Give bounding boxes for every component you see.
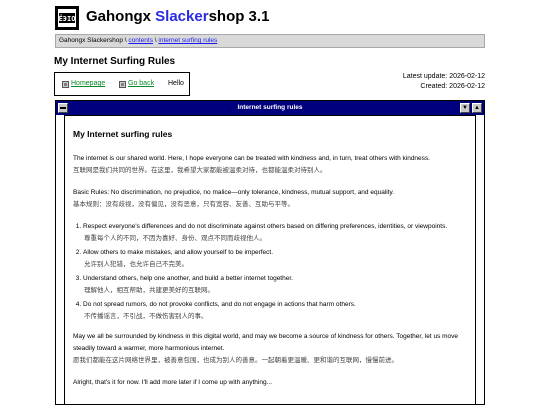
go-back-link[interactable]: Go back <box>128 73 154 95</box>
site-title-part1: Gahongx <box>86 8 156 25</box>
list-item: Understand others, help one another, and… <box>83 273 467 297</box>
breadcrumb: Gahongx Slackershop \ contents \ interne… <box>55 34 485 48</box>
page-icon <box>119 80 126 88</box>
list-item: Respect everyone's differences and do no… <box>83 221 467 245</box>
homepage-link[interactable]: Homepage <box>71 73 105 95</box>
signoff-text: Alright, that's it for now. I'll add mor… <box>73 379 273 386</box>
site-title: Gahongx Slackershop 3.1 <box>86 7 269 27</box>
rule-english: Allow others to make mistakes, and allow… <box>83 249 274 256</box>
rule-chinese: 不传播谣言，不引战，不做伤害别人的事。 <box>84 313 208 320</box>
site-title-accent: Slacker <box>155 8 209 25</box>
rule-chinese: 尊重每个人的不同，不因为喜好、身份、观点不同而歧视他人。 <box>84 235 266 242</box>
latest-update: Latest update: 2026-02-12 <box>402 73 485 80</box>
rule-chinese: 允许别人犯错，也允许自己不完美。 <box>84 261 188 268</box>
page-icon <box>62 80 69 88</box>
up-arrow-icon: ▲ <box>474 105 480 111</box>
update-info: Latest update: 2026-02-12 Created: 2026-… <box>403 72 485 92</box>
go-back-link-item[interactable]: Go back <box>119 73 154 95</box>
closing-chinese: 愿我们都能在这片网络世界里，被善意包围，也成为别人的善意。一起朝着更温暖、更和谐… <box>73 357 398 364</box>
logo-icon: ЁЭIO <box>56 7 78 29</box>
hello-label: Hello <box>168 80 184 87</box>
created-date: Created: 2026-02-12 <box>420 83 485 90</box>
window-content: My Internet surfing rules The internet i… <box>64 115 476 404</box>
rule-chinese: 理解他人，相互帮助，共建更美好的互联网。 <box>84 287 214 294</box>
basic-rules-chinese: 基本规则：没有歧视，没有偏见，没有恶意，只有宽容、友善、互助与平等。 <box>73 201 294 208</box>
rule-english: Do not spread rumors, do not provoke con… <box>83 301 356 308</box>
logo-text: ЁЭIO <box>59 14 76 23</box>
homepage-link-item[interactable]: Homepage <box>62 73 105 95</box>
rules-list: Respect everyone's differences and do no… <box>73 221 467 323</box>
window-minimize-button[interactable]: ▼ <box>460 103 470 113</box>
rule-english: Understand others, help one another, and… <box>83 275 293 282</box>
list-item: Do not spread rumors, do not provoke con… <box>83 299 467 323</box>
rule-english: Respect everyone's differences and do no… <box>83 223 448 230</box>
page-title: My Internet Surfing Rules <box>54 56 176 67</box>
breadcrumb-contents-link[interactable]: contents <box>128 37 153 44</box>
nav-link-box: Homepage Go back Hello <box>54 72 190 96</box>
window-title: Internet surfing rules <box>237 104 303 111</box>
hello-text: Hello <box>168 73 184 95</box>
window-titlebar[interactable]: Internet surfing rules ▼ ▲ <box>56 101 484 115</box>
site-title-part2: shop 3.1 <box>208 8 270 25</box>
window-maximize-button[interactable]: ▲ <box>472 103 482 113</box>
closing-english: May we all be surrounded by kindness in … <box>73 333 459 352</box>
breadcrumb-root: Gahongx Slackershop <box>59 37 123 44</box>
basic-rules-english: Basic Rules: No discrimination, no preju… <box>73 189 395 196</box>
down-arrow-icon: ▼ <box>462 105 468 111</box>
breadcrumb-current-link[interactable]: internet surfing rules <box>158 37 217 44</box>
rules-window: Internet surfing rules ▼ ▲ My Internet s… <box>55 100 485 405</box>
intro-english: The internet is our shared world. Here, … <box>73 155 430 162</box>
list-item: Allow others to make mistakes, and allow… <box>83 247 467 271</box>
site-logo: ЁЭIO <box>55 6 79 30</box>
content-heading: My Internet surfing rules <box>73 129 173 139</box>
intro-chinese: 互联网是我们共同的世界。在这里，我希望大家都能被温柔对待，也都能温柔对待别人。 <box>73 167 327 174</box>
